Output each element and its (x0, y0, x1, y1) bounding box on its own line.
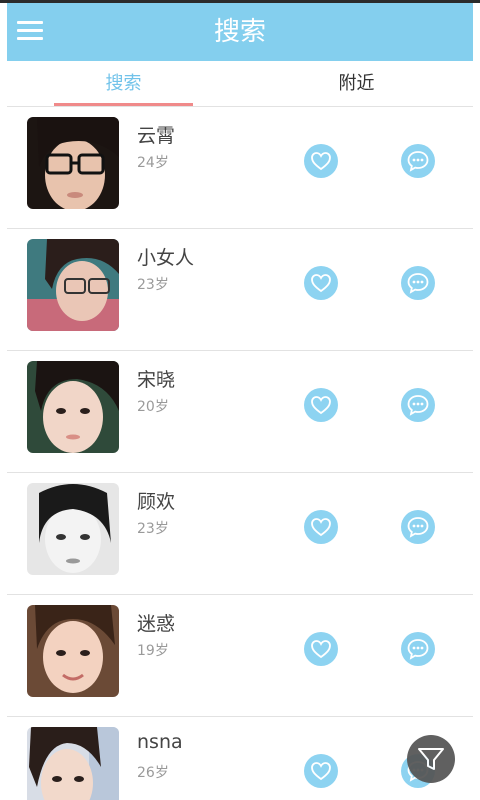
list-item[interactable]: 小女人 23岁 (7, 229, 473, 351)
user-name: 宋晓 (137, 369, 176, 391)
heart-icon[interactable] (304, 144, 338, 178)
chat-bubble-icon[interactable] (401, 388, 435, 422)
user-age: 23岁 (137, 277, 169, 293)
list-item[interactable]: 顾欢 23岁 (7, 473, 473, 595)
avatar[interactable] (27, 605, 119, 697)
heart-icon[interactable] (304, 266, 338, 300)
tab-nearby[interactable]: 附近 (240, 61, 473, 107)
user-name: nsna (137, 731, 183, 753)
heart-icon[interactable] (304, 632, 338, 666)
chat-bubble-icon[interactable] (401, 266, 435, 300)
list-item[interactable]: 宋晓 20岁 (7, 351, 473, 473)
user-list: 云霄 24岁 小女人 23岁 宋晓 20岁 顾欢 23岁 迷惑 19岁 nsna… (7, 107, 473, 800)
active-tab-indicator (54, 103, 193, 106)
user-name: 小女人 (137, 247, 195, 269)
list-item[interactable]: nsna 26岁 (7, 717, 473, 800)
tab-bar: 搜索 附近 (7, 61, 473, 107)
avatar[interactable] (27, 239, 119, 331)
heart-icon[interactable] (304, 388, 338, 422)
user-name: 顾欢 (137, 491, 176, 513)
user-age: 20岁 (137, 399, 169, 415)
chat-bubble-icon[interactable] (401, 144, 435, 178)
user-age: 23岁 (137, 521, 169, 537)
filter-funnel-icon[interactable] (407, 735, 455, 783)
user-age: 19岁 (137, 643, 169, 659)
user-age: 24岁 (137, 155, 169, 171)
avatar[interactable] (27, 117, 119, 209)
chat-bubble-icon[interactable] (401, 510, 435, 544)
heart-icon[interactable] (304, 510, 338, 544)
chat-bubble-icon[interactable] (401, 632, 435, 666)
app-header: 搜索 (7, 3, 473, 61)
tab-search[interactable]: 搜索 (7, 61, 240, 107)
heart-icon[interactable] (304, 754, 338, 788)
user-age: 26岁 (137, 765, 169, 781)
avatar[interactable] (27, 361, 119, 453)
user-name: 云霄 (137, 125, 176, 147)
page-title: 搜索 (213, 17, 266, 47)
avatar[interactable] (27, 483, 119, 575)
app-screen: 搜索 搜索 附近 云霄 24岁 小女人 23岁 宋晓 20岁 顾欢 23岁 迷惑… (0, 0, 480, 800)
list-item[interactable]: 迷惑 19岁 (7, 595, 473, 717)
list-item[interactable]: 云霄 24岁 (7, 107, 473, 229)
user-name: 迷惑 (137, 613, 176, 635)
avatar[interactable] (27, 727, 119, 800)
